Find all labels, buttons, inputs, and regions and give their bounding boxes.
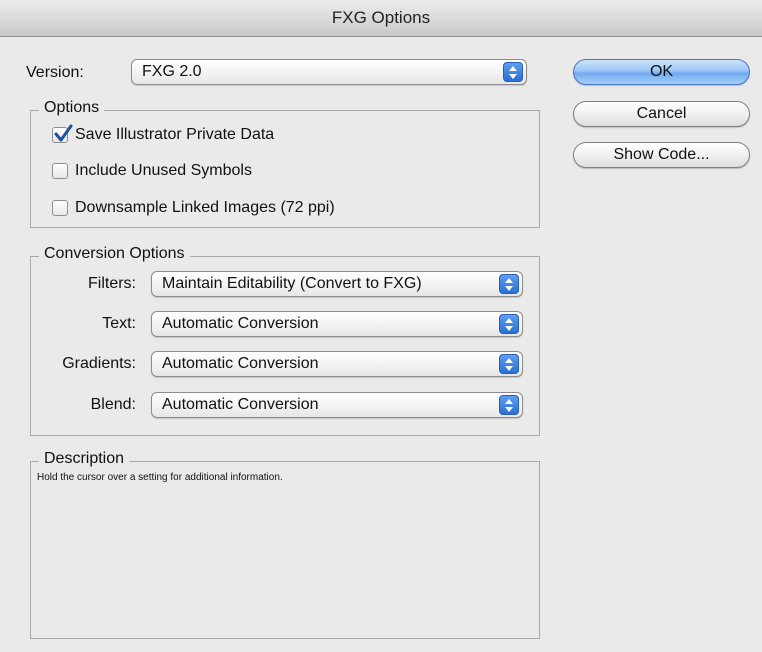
filters-select-value: Maintain Editability (Convert to FXG) — [162, 275, 422, 292]
blend-select[interactable]: Automatic Conversion — [151, 392, 523, 418]
cancel-button[interactable]: Cancel — [573, 101, 750, 127]
updown-arrows-icon — [499, 354, 519, 374]
filters-label: Filters: — [88, 275, 136, 292]
save-private-data-checkbox[interactable] — [52, 124, 73, 143]
description-legend: Description — [39, 450, 130, 468]
window-title: FXG Options — [331, 8, 431, 27]
conversion-options-legend: Conversion Options — [39, 245, 190, 263]
options-legend: Options — [39, 99, 105, 117]
version-select[interactable]: FXG 2.0 — [131, 59, 527, 85]
checkmark-icon — [54, 124, 73, 142]
gradients-label: Gradients: — [62, 355, 136, 372]
gradients-select-value: Automatic Conversion — [162, 355, 319, 372]
version-label: Version: — [26, 64, 84, 81]
version-select-value: FXG 2.0 — [142, 63, 202, 80]
save-private-data-label[interactable]: Save Illustrator Private Data — [75, 126, 274, 144]
description-group: Description — [30, 450, 540, 639]
filters-select[interactable]: Maintain Editability (Convert to FXG) — [151, 271, 523, 297]
text-label: Text: — [102, 315, 136, 332]
description-text: Hold the cursor over a setting for addit… — [37, 472, 283, 483]
updown-arrows-icon — [499, 395, 519, 415]
updown-arrows-icon — [503, 62, 523, 82]
updown-arrows-icon — [499, 314, 519, 334]
gradients-select[interactable]: Automatic Conversion — [151, 351, 523, 377]
blend-select-value: Automatic Conversion — [162, 396, 319, 413]
show-code-button[interactable]: Show Code... — [573, 142, 750, 168]
title-bar: FXG Options — [0, 0, 762, 37]
updown-arrows-icon — [499, 274, 519, 294]
text-select-value: Automatic Conversion — [162, 315, 319, 332]
include-unused-symbols-label[interactable]: Include Unused Symbols — [75, 162, 252, 180]
ok-button[interactable]: OK — [573, 59, 750, 85]
include-unused-symbols-checkbox[interactable] — [52, 163, 68, 179]
text-select[interactable]: Automatic Conversion — [151, 311, 523, 337]
downsample-images-label[interactable]: Downsample Linked Images (72 ppi) — [75, 199, 335, 217]
blend-label: Blend: — [90, 396, 136, 413]
downsample-images-checkbox[interactable] — [52, 200, 68, 216]
